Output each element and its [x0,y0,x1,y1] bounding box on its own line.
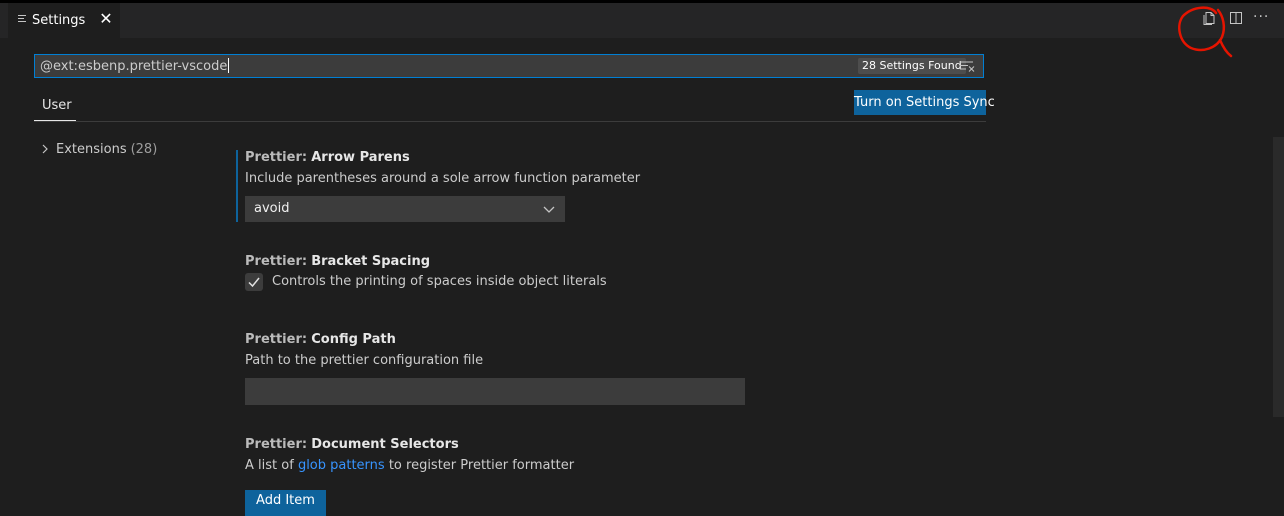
config-path-input[interactable] [245,378,745,405]
open-settings-json-icon[interactable] [1201,10,1217,26]
header-divider [34,121,986,122]
setting-description: Path to the prettier configuration file [245,353,484,368]
setting-category: Prettier: [245,254,308,269]
setting-name: Bracket Spacing [311,254,431,269]
checkmark-icon [248,277,260,288]
setting-description: Controls the printing of spaces inside o… [272,274,607,289]
setting-document-selectors: Prettier: Document Selectors A list of g… [245,436,574,473]
setting-name: Arrow Parens [311,150,410,165]
tab-label: Settings [32,13,86,28]
setting-description-text: to register Prettier formatter [388,458,575,473]
setting-name: Config Path [311,332,396,347]
clear-search-icon[interactable] [959,59,975,73]
results-count-badge: 28 Settings Found [858,58,966,74]
focused-setting-indicator [236,150,238,222]
setting-description-text: A list of [245,458,294,473]
chevron-down-icon [543,206,555,213]
bracket-spacing-checkbox[interactable] [245,273,263,291]
tab-settings[interactable]: Settings ✕ [8,3,120,38]
settings-editor-icon [18,15,26,24]
glob-patterns-link[interactable]: glob patterns [298,458,385,473]
text-caret [228,58,230,73]
setting-category: Prettier: [245,332,308,347]
add-item-button[interactable]: Add Item [245,490,326,516]
setting-name: Document Selectors [311,437,459,452]
close-icon[interactable]: ✕ [98,11,114,27]
chevron-right-icon [42,144,48,154]
setting-arrow-parens: Prettier: Arrow Parens Include parenthes… [245,149,640,186]
tab-user-settings[interactable]: User [34,93,76,121]
tab-user-label: User [42,98,72,113]
select-value: avoid [254,201,290,216]
tree-item-extensions[interactable]: Extensions (28) [40,140,157,158]
setting-category: Prettier: [245,150,308,165]
vertical-scrollbar[interactable] [1273,137,1284,417]
turn-on-settings-sync-button[interactable]: Turn on Settings Sync [854,90,995,115]
setting-bracket-spacing: Prettier: Bracket Spacing [245,253,430,271]
setting-description: Include parentheses around a sole arrow … [245,171,641,186]
tree-item-label: Extensions [56,141,127,157]
split-editor-icon[interactable] [1228,10,1244,26]
editor-tab-bar: Settings ✕ [0,3,1284,38]
tree-item-count: (28) [130,141,158,157]
more-actions-icon[interactable]: ··· [1253,10,1269,26]
setting-config-path: Prettier: Config Path Path to the pretti… [245,331,483,368]
settings-search-input[interactable]: @ext:esbenp.prettier-vscode 28 Settings … [34,54,984,78]
setting-category: Prettier: [245,437,308,452]
search-query: @ext:esbenp.prettier-vscode [40,59,228,74]
arrow-parens-select[interactable]: avoid [245,196,565,222]
